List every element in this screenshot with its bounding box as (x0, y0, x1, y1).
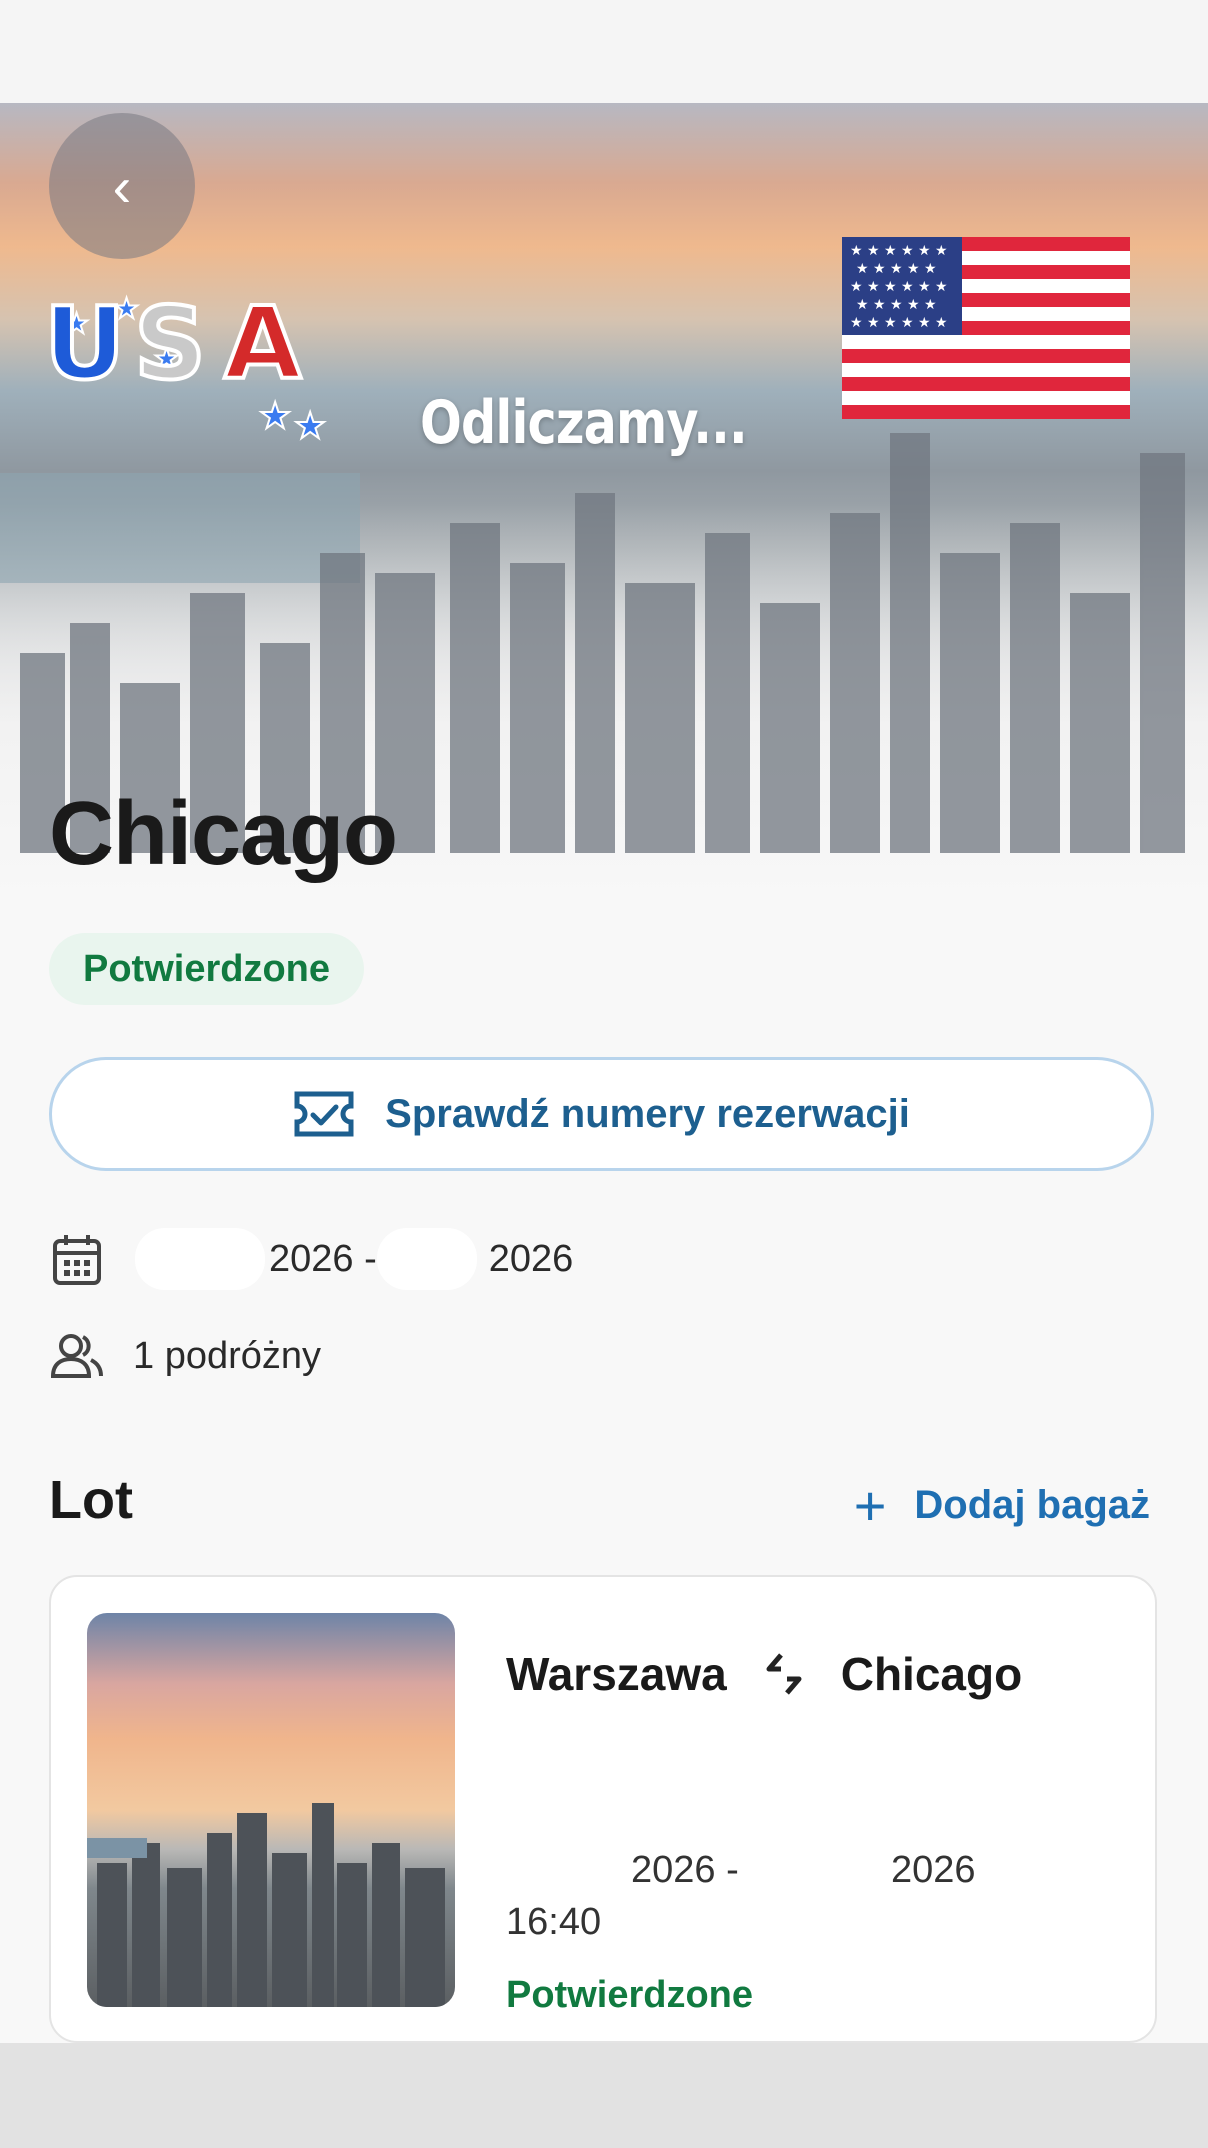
flight-route: Warszawa Chicago (506, 1647, 1022, 1701)
countdown-text: Odliczamy... (420, 388, 748, 458)
svg-text:★ ★ ★ ★ ★ ★: ★ ★ ★ ★ ★ ★ (850, 243, 948, 259)
destination-city: Chicago (840, 1648, 1023, 1700)
svg-text:U: U (44, 285, 125, 402)
origin-city: Warszawa (506, 1648, 727, 1700)
trip-date-end: 2026 (488, 1237, 574, 1280)
flight-time: 16:40 (506, 1901, 602, 1943)
trip-travelers: 1 podróżny (49, 1328, 321, 1384)
trip-dates: 2026 - 2026 (49, 1228, 573, 1290)
ticket-check-icon (294, 1091, 354, 1137)
status-badge: Potwierdzone (49, 933, 365, 1005)
svg-text:★: ★ (259, 396, 291, 437)
svg-text:A: A (224, 285, 301, 402)
svg-text:★ ★ ★ ★ ★: ★ ★ ★ ★ ★ (856, 297, 937, 313)
skyline-thumbnail (87, 1803, 445, 2007)
page-title: Chicago (49, 784, 398, 884)
status-bar (0, 0, 1208, 103)
flight-section-title: Lot (49, 1470, 133, 1530)
svg-text:★ ★ ★ ★ ★: ★ ★ ★ ★ ★ (856, 261, 937, 277)
flight-destination-image (87, 1613, 455, 2007)
bottom-bar (0, 2043, 1208, 2148)
users-icon (50, 1334, 103, 1378)
calendar-icon (53, 1235, 101, 1285)
add-luggage-label: Dodaj bagaż (914, 1483, 1150, 1527)
usa-sticker-icon: ★★★ ★ U S A ★ ★ (42, 283, 327, 443)
flight-status: Potwierdzone (506, 1974, 754, 2016)
flight-date-end: 2026 (891, 1849, 976, 1891)
plus-icon: + (853, 1474, 887, 1537)
svg-text:S: S (134, 285, 206, 402)
flight-date-start: 2026 - (631, 1849, 739, 1891)
redacted-date (376, 1228, 477, 1290)
svg-text:★ ★ ★ ★ ★ ★: ★ ★ ★ ★ ★ ★ (850, 315, 948, 331)
travelers-count: 1 podróżny (133, 1334, 322, 1377)
trip-date-start: 2026 - (269, 1237, 377, 1280)
redacted-date (135, 1228, 265, 1290)
flight-card[interactable]: Warszawa Chicago 2026 - 2026 16:40 Potwi… (49, 1575, 1157, 2043)
add-luggage-button[interactable]: + Dodaj bagaż (854, 1473, 1150, 1538)
swap-arrows-icon (766, 1653, 802, 1695)
us-flag-icon: ★ ★ ★ ★ ★ ★ ★ ★ ★ ★ ★ ★ ★ ★ ★ ★ ★ ★ ★ ★ ★ … (842, 237, 1130, 419)
check-reservation-label: Sprawdź numery rezerwacji (385, 1091, 910, 1136)
trip-screen: ‹ ★★★ ★ U S A ★ ★ ★ ★ ★ ★ ★ ★★ ★ ★ ★ ★ (0, 103, 1208, 2043)
check-reservation-button[interactable]: Sprawdź numery rezerwacji (49, 1057, 1154, 1171)
svg-text:★: ★ (294, 406, 326, 443)
svg-text:★ ★ ★ ★ ★ ★: ★ ★ ★ ★ ★ ★ (850, 279, 948, 295)
